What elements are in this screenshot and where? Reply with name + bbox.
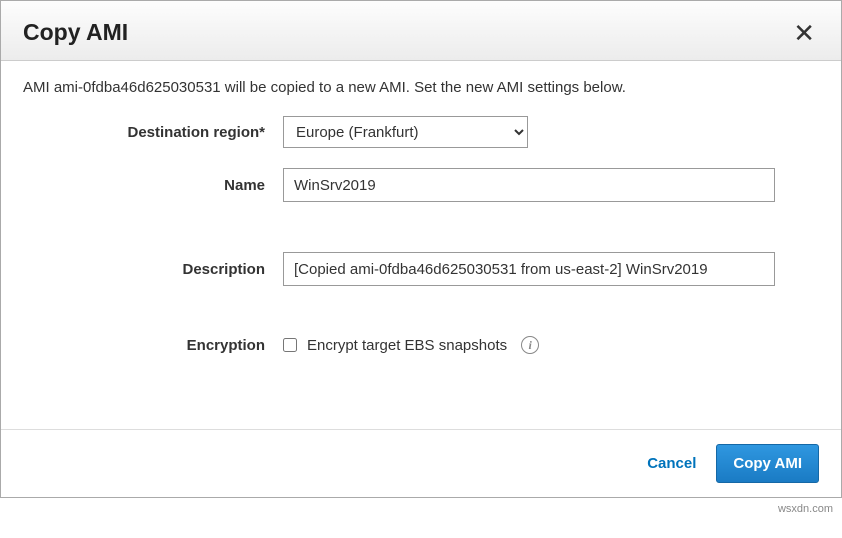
watermark: wsxdn.com	[775, 502, 836, 516]
cancel-button[interactable]: Cancel	[647, 455, 696, 472]
name-row: Name	[23, 168, 819, 202]
encryption-label: Encryption	[23, 337, 283, 354]
dialog-footer: Cancel Copy AMI	[1, 429, 841, 497]
name-input[interactable]	[283, 168, 775, 202]
name-label: Name	[23, 177, 283, 194]
info-icon[interactable]: i	[521, 336, 539, 354]
encryption-row: Encryption Encrypt target EBS snapshots …	[23, 336, 819, 354]
description-label: Description	[23, 261, 283, 278]
destination-region-select[interactable]: Europe (Frankfurt)	[283, 116, 528, 148]
dialog-header: Copy AMI ✕	[1, 1, 841, 61]
copy-ami-button[interactable]: Copy AMI	[716, 444, 819, 483]
region-label: Destination region*	[23, 124, 283, 141]
encrypt-checkbox-label: Encrypt target EBS snapshots	[307, 337, 507, 354]
copy-ami-dialog: Copy AMI ✕ AMI ami-0fdba46d625030531 wil…	[0, 0, 842, 498]
intro-text: AMI ami-0fdba46d625030531 will be copied…	[23, 79, 819, 96]
region-row: Destination region* Europe (Frankfurt)	[23, 116, 819, 148]
dialog-title: Copy AMI	[23, 19, 128, 46]
close-icon[interactable]: ✕	[789, 20, 819, 46]
description-input[interactable]	[283, 252, 775, 286]
encrypt-checkbox[interactable]	[283, 338, 297, 352]
dialog-body: AMI ami-0fdba46d625030531 will be copied…	[1, 61, 841, 429]
description-row: Description	[23, 252, 819, 286]
